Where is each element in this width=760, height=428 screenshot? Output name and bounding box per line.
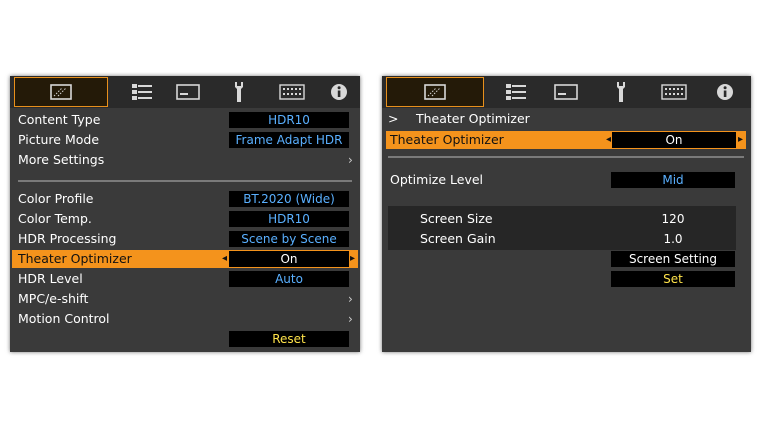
screen-size-label: Screen Size xyxy=(420,211,493,226)
hdr-level-value: Auto xyxy=(229,271,349,287)
settings-list-icon xyxy=(130,83,154,101)
row-picture-mode[interactable]: Picture Mode Frame Adapt HDR xyxy=(10,131,360,149)
screen-size-value: 120 xyxy=(661,212,685,226)
tab-information[interactable] xyxy=(324,77,354,107)
reset-button[interactable]: Reset xyxy=(229,331,349,347)
divider xyxy=(388,156,744,158)
set-button[interactable]: Set xyxy=(611,271,735,287)
tab-installation[interactable] xyxy=(604,77,638,107)
row-set: Set xyxy=(382,270,751,288)
mpc-e-shift-label: MPC/e-shift xyxy=(18,291,89,306)
divider xyxy=(18,180,352,182)
tab-settings-list[interactable] xyxy=(496,77,536,107)
row-optimize-level[interactable]: Optimize Level Mid xyxy=(382,171,751,189)
more-settings-label: More Settings xyxy=(18,152,105,167)
picture-icon xyxy=(50,84,72,100)
info-icon xyxy=(716,83,734,101)
arrow-right-icon[interactable]: ▸ xyxy=(738,131,743,149)
chevron-right-icon: › xyxy=(348,292,353,306)
tab-display[interactable] xyxy=(168,77,208,107)
tab-display[interactable] xyxy=(546,77,586,107)
row-screen-gain: Screen Gain 1.0 xyxy=(382,230,751,248)
row-mpc-e-shift[interactable]: MPC/e-shift › xyxy=(10,290,360,308)
hdr-processing-value: Scene by Scene xyxy=(229,231,349,247)
picture-menu-panel: Content Type HDR10 Picture Mode Frame Ad… xyxy=(10,76,360,352)
theater-optimizer-value: On xyxy=(612,132,736,148)
row-hdr-level[interactable]: HDR Level Auto xyxy=(10,270,360,288)
screen-gain-value: 1.0 xyxy=(663,232,683,246)
hdr-processing-label: HDR Processing xyxy=(18,231,117,246)
breadcrumb: > Theater Optimizer xyxy=(382,110,751,128)
chevron-right-icon: › xyxy=(348,312,353,326)
display-icon xyxy=(176,84,200,100)
theater-optimizer-label: Theater Optimizer xyxy=(18,251,132,266)
screen-setting-button[interactable]: Screen Setting xyxy=(611,251,735,267)
wrench-icon xyxy=(614,81,628,103)
row-more-settings[interactable]: More Settings › xyxy=(10,151,360,169)
optimize-level-label: Optimize Level xyxy=(390,172,484,187)
hdr-level-label: HDR Level xyxy=(18,271,83,286)
breadcrumb-arrow: > xyxy=(388,111,399,126)
color-profile-value: BT.2020 (Wide) xyxy=(229,191,349,207)
color-temp-label: Color Temp. xyxy=(18,211,92,226)
menu-tab-bar xyxy=(10,76,360,108)
picture-mode-value: Frame Adapt HDR xyxy=(229,132,349,148)
theater-optimizer-panel: > Theater Optimizer Theater Optimizer ◂ … xyxy=(382,76,751,352)
row-theater-optimizer[interactable]: Theater Optimizer ◂ On ▸ xyxy=(386,131,746,149)
row-color-profile[interactable]: Color Profile BT.2020 (Wide) xyxy=(10,190,360,208)
tab-function[interactable] xyxy=(654,77,694,107)
info-icon xyxy=(330,83,348,101)
row-content-type[interactable]: Content Type HDR10 xyxy=(10,111,360,129)
arrow-right-icon[interactable]: ▸ xyxy=(350,250,355,268)
row-screen-setting: Screen Setting xyxy=(382,250,751,268)
tab-information[interactable] xyxy=(710,77,740,107)
optimize-level-value: Mid xyxy=(611,172,735,188)
motion-control-label: Motion Control xyxy=(18,311,110,326)
row-screen-size: Screen Size 120 xyxy=(382,210,751,228)
tab-installation[interactable] xyxy=(222,77,256,107)
screen-gain-label: Screen Gain xyxy=(420,231,496,246)
row-motion-control[interactable]: Motion Control › xyxy=(10,310,360,328)
content-type-value: HDR10 xyxy=(229,112,349,128)
picture-mode-label: Picture Mode xyxy=(18,132,100,147)
breadcrumb-title: Theater Optimizer xyxy=(416,111,530,126)
color-temp-value: HDR10 xyxy=(229,211,349,227)
menu-tab-bar xyxy=(382,76,751,108)
content-type-label: Content Type xyxy=(18,112,101,127)
chevron-right-icon: › xyxy=(348,153,353,167)
wrench-icon xyxy=(232,81,246,103)
row-reset: Reset xyxy=(10,330,360,348)
row-theater-optimizer[interactable]: Theater Optimizer ◂ On ▸ xyxy=(12,250,358,268)
color-profile-label: Color Profile xyxy=(18,191,94,206)
theater-optimizer-value: On xyxy=(229,251,349,267)
row-color-temp[interactable]: Color Temp. HDR10 xyxy=(10,210,360,228)
theater-optimizer-label: Theater Optimizer xyxy=(390,132,504,147)
display-icon xyxy=(554,84,578,100)
keyboard-icon xyxy=(279,84,305,100)
tab-picture[interactable] xyxy=(14,77,108,107)
row-hdr-processing[interactable]: HDR Processing Scene by Scene xyxy=(10,230,360,248)
tab-function[interactable] xyxy=(272,77,312,107)
arrow-left-icon[interactable]: ◂ xyxy=(606,131,611,149)
picture-icon xyxy=(424,84,446,100)
keyboard-icon xyxy=(661,84,687,100)
tab-settings-list[interactable] xyxy=(122,77,162,107)
settings-list-icon xyxy=(504,83,528,101)
arrow-left-icon[interactable]: ◂ xyxy=(222,250,227,268)
tab-picture[interactable] xyxy=(386,77,484,107)
